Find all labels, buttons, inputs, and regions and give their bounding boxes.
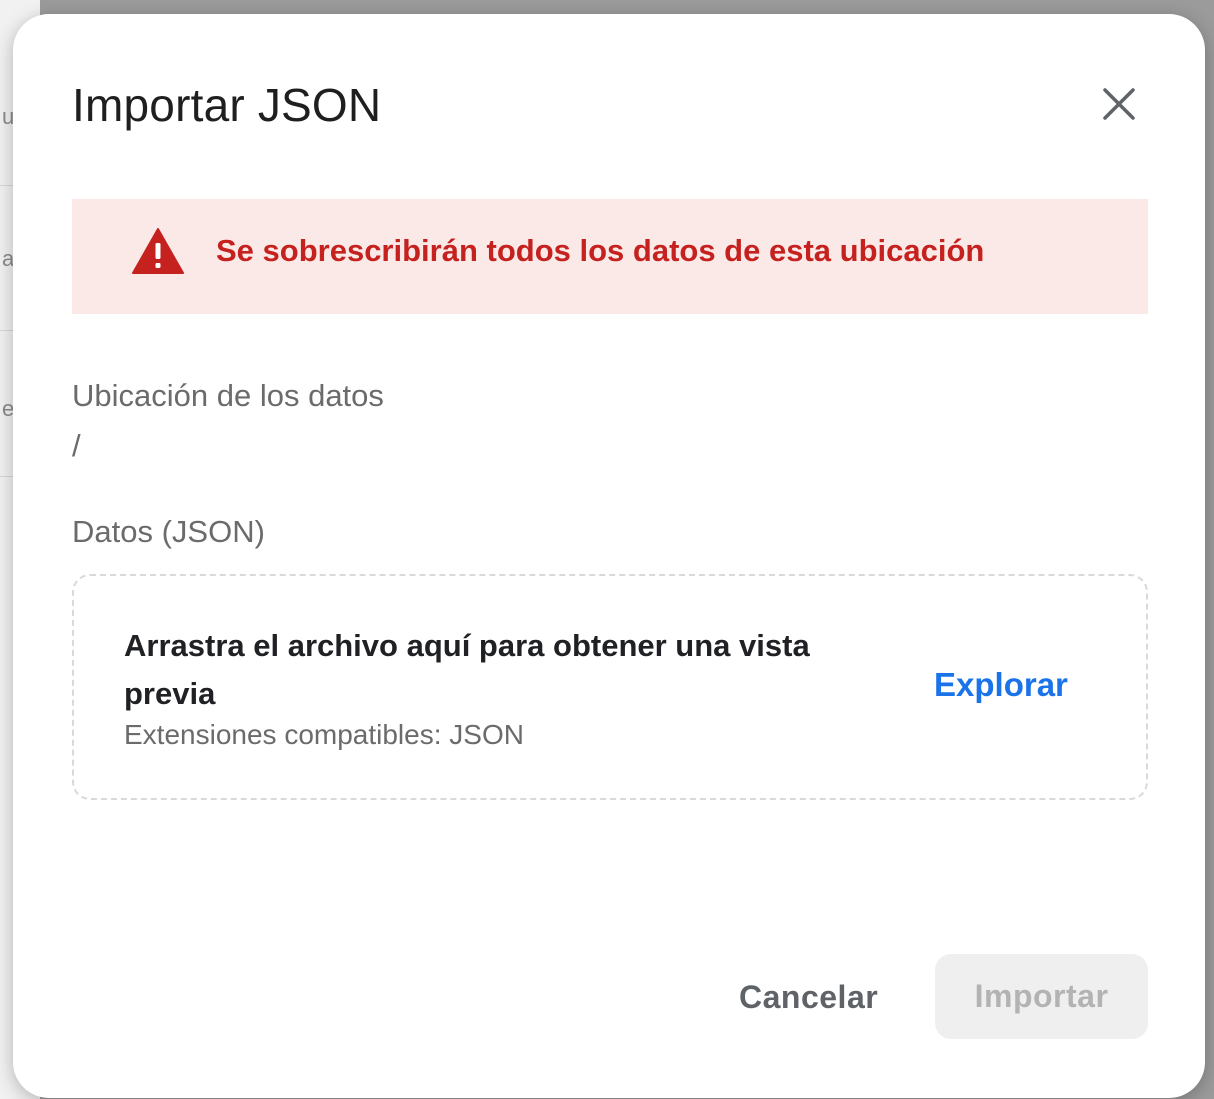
data-json-label: Datos (JSON) xyxy=(72,514,265,549)
location-value: / xyxy=(72,428,81,463)
close-icon xyxy=(1093,78,1145,130)
close-button[interactable] xyxy=(1093,78,1145,130)
file-dropzone[interactable]: Arrastra el archivo aquí para obtener un… xyxy=(72,574,1148,800)
cancel-button[interactable]: Cancelar xyxy=(717,962,900,1032)
import-button[interactable]: Importar xyxy=(935,954,1148,1039)
warning-banner: Se sobrescribirán todos los datos de est… xyxy=(72,199,1148,314)
warning-text: Se sobrescribirán todos los datos de est… xyxy=(216,233,985,268)
dropzone-hint: Extensiones compatibles: JSON xyxy=(124,719,524,750)
dropzone-title: Arrastra el archivo aquí para obtener un… xyxy=(124,628,810,711)
dialog-title: Importar JSON xyxy=(72,79,382,131)
warning-triangle-icon xyxy=(131,227,185,275)
location-label: Ubicación de los datos xyxy=(72,378,384,413)
import-json-dialog: Importar JSON Se sobrescribirán todos lo… xyxy=(13,14,1205,1098)
browse-button[interactable]: Explorar xyxy=(934,666,1068,704)
